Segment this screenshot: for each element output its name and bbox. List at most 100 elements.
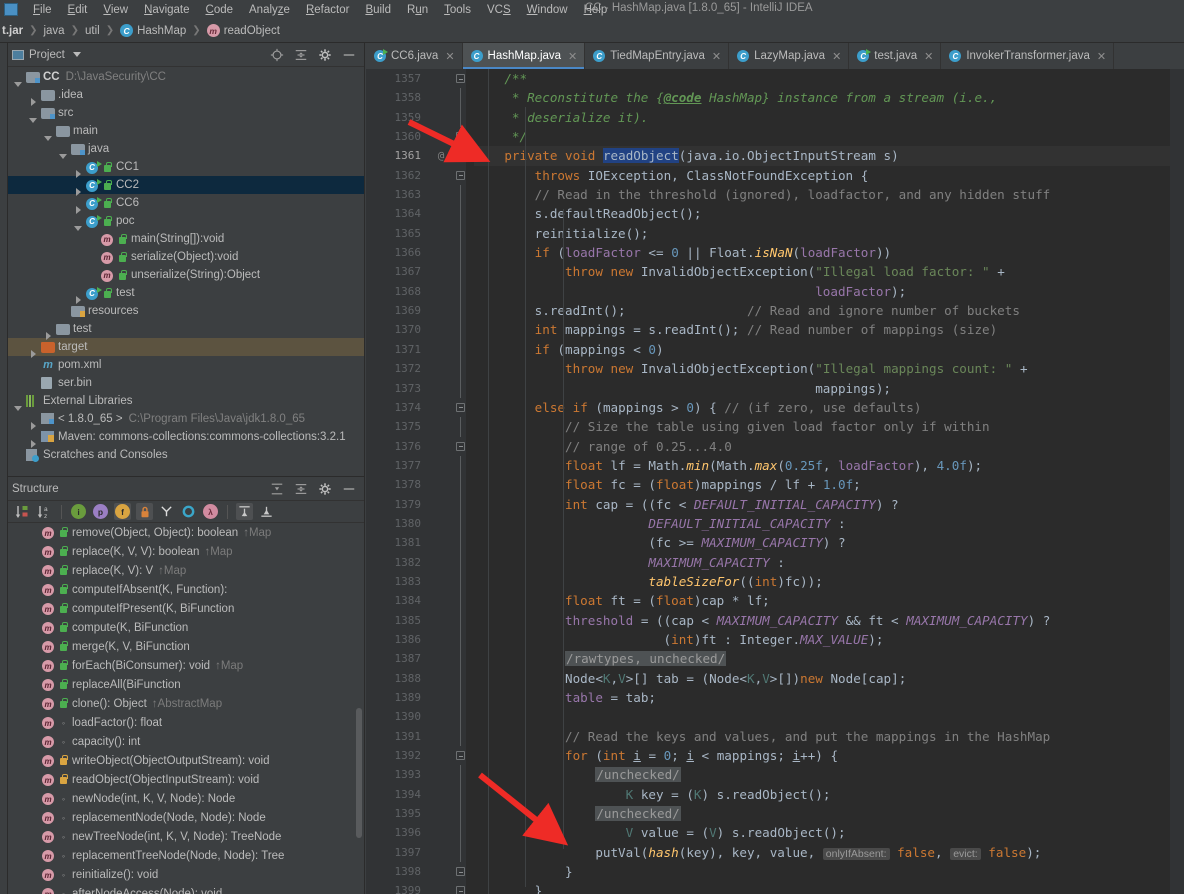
menu-run[interactable]: Run bbox=[399, 3, 436, 17]
fold-marker[interactable] bbox=[454, 455, 466, 476]
structure-tree-row[interactable]: m replaceAll(BiFunction bbox=[8, 675, 364, 694]
project-tree-row[interactable]: C CC2 bbox=[8, 176, 364, 196]
close-icon[interactable]: ✕ bbox=[1097, 50, 1106, 63]
code-line[interactable] bbox=[474, 707, 1184, 726]
editor-tab-cc6-java[interactable]: C CC6.java ✕ bbox=[366, 43, 463, 69]
project-panel-title-group[interactable]: Project bbox=[12, 49, 81, 61]
editor-tab-invokertransformer-java[interactable]: C InvokerTransformer.java ✕ bbox=[941, 43, 1115, 69]
fold-collapse-icon[interactable] bbox=[456, 441, 465, 451]
gear-icon[interactable] bbox=[318, 482, 332, 496]
fold-marker[interactable] bbox=[454, 591, 466, 611]
close-icon[interactable]: ✕ bbox=[712, 50, 721, 63]
menu-vcs[interactable]: VCS bbox=[479, 3, 519, 17]
code-line[interactable]: // Read in the threshold (ignored), load… bbox=[474, 185, 1184, 204]
line-annotation[interactable] bbox=[428, 417, 454, 436]
menu-bar[interactable]: File Edit View Navigate Code Analyze Ref… bbox=[0, 0, 1184, 19]
structure-tree-row[interactable]: m compute(K, BiFunction bbox=[8, 618, 364, 637]
editor-tab-lazymap-java[interactable]: C LazyMap.java ✕ bbox=[729, 43, 850, 69]
project-tree-row[interactable]: ser.bin bbox=[8, 374, 364, 392]
menu-code[interactable]: Code bbox=[198, 3, 242, 17]
fold-marker[interactable] bbox=[454, 243, 466, 263]
close-icon[interactable]: ✕ bbox=[445, 50, 454, 63]
fold-collapse-icon[interactable] bbox=[456, 751, 465, 761]
chevron-down-icon[interactable] bbox=[72, 52, 81, 57]
left-tool-window-strip[interactable]: Persistence bbox=[0, 43, 8, 894]
code-folding-gutter[interactable] bbox=[454, 69, 466, 894]
structure-tree-row[interactable]: m replace(K, V, V): boolean ↑Map bbox=[8, 542, 364, 561]
line-annotation[interactable] bbox=[428, 823, 454, 842]
fold-marker[interactable] bbox=[454, 842, 466, 863]
code-line[interactable]: // Read the keys and values, and put the… bbox=[474, 727, 1184, 746]
menu-refactor[interactable]: Refactor bbox=[298, 3, 357, 17]
line-annotation[interactable] bbox=[428, 204, 454, 223]
breadcrumb-item-readobject[interactable]: m readObject bbox=[205, 24, 282, 37]
line-annotation[interactable] bbox=[428, 843, 454, 862]
editor-tab-hashmap-java[interactable]: C HashMap.java ✕ bbox=[462, 43, 586, 69]
line-annotation[interactable] bbox=[428, 862, 454, 881]
fold-marker[interactable] bbox=[454, 552, 466, 572]
line-annotation[interactable] bbox=[428, 456, 454, 475]
menu-edit[interactable]: Edit bbox=[60, 3, 96, 17]
fold-marker[interactable] bbox=[454, 204, 466, 224]
code-line[interactable]: Node<K,V>[] tab = (Node<K,V>[])new Node[… bbox=[474, 669, 1184, 688]
fold-marker[interactable] bbox=[454, 649, 466, 669]
menu-build[interactable]: Build bbox=[357, 3, 399, 17]
project-tree-row[interactable]: java bbox=[8, 140, 364, 159]
fold-collapse-icon[interactable] bbox=[456, 132, 465, 142]
line-annotation[interactable] bbox=[428, 572, 454, 591]
line-annotation[interactable] bbox=[428, 88, 454, 107]
fold-marker[interactable] bbox=[454, 610, 466, 630]
show-non-public-icon[interactable] bbox=[136, 503, 153, 520]
menu-window[interactable]: Window bbox=[519, 3, 576, 17]
line-annotation[interactable] bbox=[428, 475, 454, 494]
fold-marker[interactable] bbox=[454, 823, 466, 843]
project-tree-row[interactable]: Ctest bbox=[8, 284, 364, 304]
line-annotation[interactable] bbox=[428, 881, 454, 894]
window-app-icon[interactable] bbox=[4, 3, 18, 16]
code-line[interactable]: int mappings = s.readInt(); // Read numb… bbox=[474, 320, 1184, 339]
code-line[interactable]: threshold = ((cap < MAXIMUM_CAPACITY && … bbox=[474, 611, 1184, 630]
fold-marker[interactable] bbox=[454, 359, 466, 379]
fold-marker[interactable] bbox=[454, 166, 466, 185]
line-annotation[interactable] bbox=[428, 398, 454, 417]
line-annotation[interactable] bbox=[428, 727, 454, 746]
line-annotation[interactable] bbox=[428, 591, 454, 610]
code-line[interactable]: /rawtypes, unchecked/ bbox=[474, 649, 1184, 668]
line-annotation[interactable] bbox=[428, 301, 454, 320]
structure-tree-row[interactable]: m ◦ replacementTreeNode(Node, Node): Tree bbox=[8, 846, 364, 865]
fold-collapse-icon[interactable] bbox=[456, 867, 465, 877]
fold-marker[interactable] bbox=[454, 571, 466, 592]
close-icon[interactable]: ✕ bbox=[568, 50, 577, 63]
fold-marker[interactable] bbox=[454, 746, 466, 765]
structure-tree-row[interactable]: m computeIfAbsent(K, Function): bbox=[8, 580, 364, 599]
code-line[interactable]: s.defaultReadObject(); bbox=[474, 204, 1184, 223]
project-tree-row[interactable]: Maven: commons-collections:commons-colle… bbox=[8, 428, 364, 448]
line-annotation[interactable] bbox=[428, 282, 454, 301]
editor-tab-bar[interactable]: C CC6.java ✕ C HashMap.java ✕ C TiedMapEntry.ja… bbox=[366, 43, 1184, 69]
fold-marker[interactable] bbox=[454, 378, 466, 398]
line-annotation[interactable] bbox=[428, 611, 454, 630]
menu-file[interactable]: File bbox=[25, 3, 60, 17]
code-line[interactable]: int cap = ((fc < DEFAULT_INITIAL_CAPACIT… bbox=[474, 495, 1184, 514]
structure-tree-row[interactable]: m computeIfPresent(K, BiFunction bbox=[8, 599, 364, 618]
project-tree-row[interactable]: < 1.8.0_65 > C:\Program Files\Java\jdk1.8… bbox=[8, 410, 364, 430]
fold-marker[interactable] bbox=[454, 881, 466, 894]
project-tree-row[interactable]: m main(String[]):void bbox=[8, 230, 364, 248]
code-line[interactable]: float fc = (float)mappings / lf + 1.0f; bbox=[474, 475, 1184, 494]
structure-tree-row[interactable]: m ◦ newNode(int, K, V, Node): Node bbox=[8, 789, 364, 808]
code-line[interactable]: K key = (K) s.readObject(); bbox=[474, 785, 1184, 804]
structure-tree-row[interactable]: m clone(): Object ↑AbstractMap bbox=[8, 694, 364, 713]
fold-marker[interactable] bbox=[454, 69, 466, 88]
code-line[interactable]: */ bbox=[474, 127, 1184, 146]
structure-toolbar[interactable]: a z i p f λ bbox=[8, 501, 364, 523]
code-line[interactable]: throw new InvalidObjectException("Illega… bbox=[474, 262, 1184, 281]
code-line[interactable]: float ft = (float)cap * lf; bbox=[474, 591, 1184, 610]
fold-marker[interactable] bbox=[454, 804, 466, 824]
locate-icon[interactable] bbox=[270, 48, 284, 62]
structure-tree-row[interactable]: m ◦ capacity(): int bbox=[8, 732, 364, 751]
fold-marker[interactable] bbox=[454, 301, 466, 321]
autoscroll-to-source-icon[interactable] bbox=[236, 503, 253, 520]
fold-marker[interactable] bbox=[454, 398, 466, 417]
structure-tree-row[interactable]: m writeObject(ObjectOutputStream): void bbox=[8, 751, 364, 770]
project-tree-row[interactable]: m pom.xml bbox=[8, 356, 364, 374]
